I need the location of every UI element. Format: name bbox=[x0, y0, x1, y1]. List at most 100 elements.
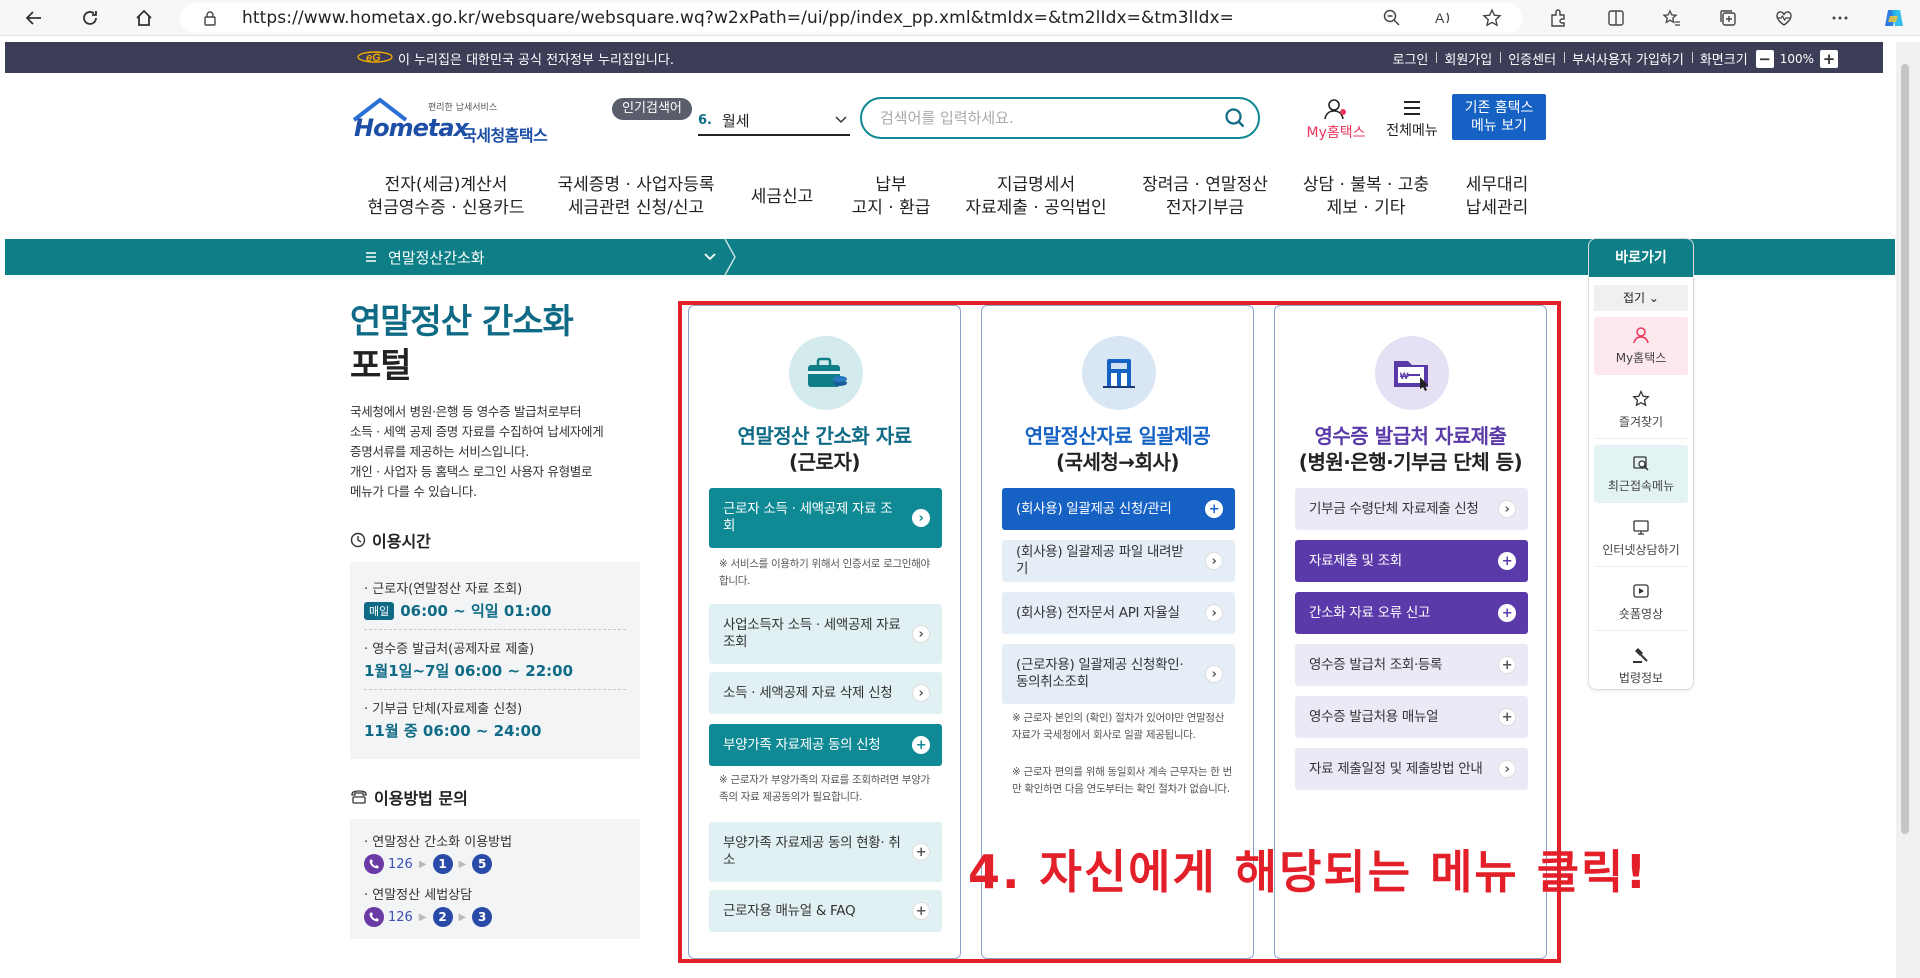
zoom-out-icon[interactable] bbox=[1380, 6, 1404, 30]
submenu-dropdown[interactable]: 연말정산간소화 bbox=[364, 239, 485, 275]
allmenu-button[interactable]: 전체메뉴 bbox=[1380, 98, 1444, 140]
gnb-item-year-end[interactable]: 장려금 · 연말정산전자기부금 bbox=[1142, 174, 1268, 220]
copilot-icon[interactable] bbox=[1882, 6, 1906, 30]
page-title: 연말정산 간소화 bbox=[350, 302, 574, 342]
gnb-item-invoice[interactable]: 전자(세금)계산서 현금영수증 · 신용카드 bbox=[368, 174, 525, 220]
gnb-item-payment[interactable]: 납부 고지 · 환급 bbox=[852, 174, 931, 220]
quick-label: 법령정보 bbox=[1618, 671, 1664, 685]
gnb-item-tax-agent[interactable]: 세무대리 납세관리 bbox=[1466, 174, 1529, 220]
quick-myhometax[interactable]: My홈택스 bbox=[1594, 317, 1688, 375]
favorite-star-icon[interactable] bbox=[1480, 6, 1504, 30]
gnb-line-1: 세금신고 bbox=[750, 187, 814, 207]
gnb-line-1: 전자(세금)계산서 bbox=[384, 175, 508, 195]
allmenu-label: 전체메뉴 bbox=[1386, 123, 1438, 139]
login-link[interactable]: 로그인 bbox=[1384, 49, 1436, 68]
search-box bbox=[860, 97, 1260, 139]
gnb-line-1: 상담 · 불복 · 고충 bbox=[1302, 175, 1430, 195]
zoom-minus-button[interactable]: − bbox=[1755, 49, 1774, 68]
myhometax-label: My홈택스 bbox=[1306, 125, 1366, 141]
global-nav: 전자(세금)계산서 현금영수증 · 신용카드 국세증명 · 사업자등록 세금관련 신… bbox=[0, 174, 1890, 224]
signup-link[interactable]: 회원가입 bbox=[1436, 49, 1500, 68]
hours-time: 1월1일~7일 06:00 ~ 22:00 bbox=[364, 662, 574, 680]
back-icon[interactable] bbox=[22, 6, 46, 30]
zoom-level: 100% bbox=[1779, 51, 1814, 66]
favorites-list-icon[interactable] bbox=[1660, 6, 1684, 30]
clock-icon bbox=[350, 532, 366, 548]
quick-favorites[interactable]: 즐겨찾기 bbox=[1594, 381, 1688, 439]
hours-box: · 근로자(연말정산 자료 조회) 매일 06:00 ~ 익일 01:00 · 영… bbox=[350, 562, 640, 759]
logo-tagline: 편리한 납세서비스 bbox=[428, 103, 498, 113]
popular-word: 월세 bbox=[721, 111, 750, 130]
desc-line: 개인 · 사업자 등 홈택스 로그인 사용자 유형별로 bbox=[350, 464, 593, 479]
read-aloud-icon[interactable]: A bbox=[1432, 6, 1456, 30]
dept-user-signup-link[interactable]: 부서사용자 가입하기 bbox=[1564, 49, 1692, 68]
old-hometax-menu-button[interactable]: 기존 홈택스 메뉴 보기 bbox=[1452, 94, 1546, 140]
chevron-down-icon: ⌄ bbox=[1648, 291, 1659, 305]
cert-center-link[interactable]: 인증센터 bbox=[1500, 49, 1564, 68]
portal-description: 국세청에서 병원·은행 등 영수증 발급처로부터 소득 · 세액 공제 증명 자… bbox=[350, 402, 640, 502]
page-scrollbar[interactable] bbox=[1896, 42, 1920, 978]
svg-text:eG: eG bbox=[366, 52, 381, 64]
gnb-item-certificate[interactable]: 국세증명 · 사업자등록 세금관련 신청/신고 bbox=[558, 174, 715, 220]
inquiry-box: · 연말정산 간소화 이용방법 126 ▶ 1 ▶ 5 · 연말정산 세법상담 … bbox=[350, 819, 640, 939]
quick-short-video[interactable]: 숏폼영상 bbox=[1594, 573, 1688, 631]
zoom-plus-button[interactable]: + bbox=[1820, 49, 1838, 68]
desc-line: 증명서류를 제공하는 서비스입니다. bbox=[350, 444, 530, 459]
chevron-down-icon[interactable] bbox=[703, 249, 717, 263]
search-input[interactable] bbox=[880, 107, 1200, 129]
quick-recent-menu[interactable]: 최근접속메뉴 bbox=[1594, 445, 1688, 503]
myhometax-link[interactable]: My홈택스 bbox=[1300, 98, 1372, 142]
gnb-line-1: 국세증명 · 사업자등록 bbox=[557, 175, 715, 195]
user-icon bbox=[1633, 327, 1649, 344]
ars-number: 1 bbox=[432, 854, 453, 874]
gnb-item-tax-return[interactable]: 세금신고 bbox=[751, 186, 814, 209]
quick-label: 인터넷상담하기 bbox=[1602, 542, 1680, 557]
inquiry-row: · 연말정산 세법상담 126 ▶ 2 ▶ 3 bbox=[364, 878, 626, 929]
fold-label: 접기 bbox=[1623, 291, 1646, 305]
inquiry-heading-text: 이용방법 문의 bbox=[374, 789, 468, 808]
quick-law-info[interactable]: 법령정보 bbox=[1594, 637, 1688, 689]
gnb-line-2: 전자기부금 bbox=[1165, 198, 1245, 218]
popular-search-tag: 인기검색어 bbox=[612, 98, 692, 120]
gnb-item-payment-statement[interactable]: 지급명세서 자료제출 · 공익법인 bbox=[965, 174, 1106, 220]
refresh-icon[interactable] bbox=[78, 6, 102, 30]
split-screen-icon[interactable] bbox=[1604, 6, 1628, 30]
lock-icon[interactable] bbox=[202, 10, 218, 26]
quick-online-consult[interactable]: 인터넷상담하기 bbox=[1594, 509, 1688, 567]
fold-button[interactable]: 접기 ⌄ bbox=[1594, 285, 1688, 311]
url-text: https://www.hometax.go.kr/websquare/webs… bbox=[242, 8, 1234, 28]
gov-notice-bar: eG 이 누리집은 대한민국 공식 전자정부 누리집입니다. 로그인 회원가입 … bbox=[5, 42, 1883, 73]
phone-icon bbox=[364, 907, 384, 927]
play-video-icon bbox=[1633, 583, 1649, 598]
browser-health-icon[interactable] bbox=[1772, 6, 1796, 30]
quick-label: 즐겨찾기 bbox=[1618, 414, 1664, 429]
more-options-icon[interactable] bbox=[1828, 6, 1852, 30]
hours-label: · 근로자(연말정산 자료 조회) bbox=[364, 582, 523, 597]
hours-heading-text: 이용시간 bbox=[372, 532, 431, 551]
gnb-item-consult[interactable]: 상담 · 불복 · 고충 제보 · 기타 bbox=[1303, 174, 1429, 220]
gnb-line-1: 지급명세서 bbox=[996, 175, 1076, 195]
hometax-logo[interactable]: 편리한 납세서비스 Hometax 국세청홈택스 bbox=[350, 94, 560, 146]
scroll-thumb[interactable] bbox=[1901, 64, 1909, 834]
inquiry-row: · 연말정산 간소화 이용방법 126 ▶ 1 ▶ 5 bbox=[364, 827, 626, 878]
list-icon bbox=[366, 252, 376, 262]
address-bar[interactable]: https://www.hometax.go.kr/websquare/webs… bbox=[180, 3, 1522, 33]
telephone-icon bbox=[351, 790, 367, 804]
gavel-icon bbox=[1633, 648, 1648, 663]
home-icon[interactable] bbox=[132, 6, 156, 30]
recent-search-icon bbox=[1633, 456, 1649, 471]
extensions-icon[interactable] bbox=[1546, 6, 1570, 30]
inquiry-label: · 연말정산 세법상담 bbox=[364, 888, 473, 903]
search-icon[interactable] bbox=[1224, 107, 1246, 129]
instruction-overlay-text: 4. 자신에게 해당되는 메뉴 클릭! bbox=[968, 845, 1649, 899]
egov-logo-icon: eG bbox=[357, 50, 393, 64]
star-icon bbox=[1632, 389, 1650, 406]
hours-label: · 영수증 발급처(공제자료 제출) bbox=[364, 642, 535, 657]
popular-search-dropdown[interactable]: 6. 월세 bbox=[698, 106, 850, 136]
quick-links-heading: 바로가기 bbox=[1589, 239, 1693, 277]
gnb-line-1: 세무대리 bbox=[1465, 175, 1529, 195]
utility-menu: 로그인 회원가입 인증센터 부서사용자 가입하기 화면크기 − 100% + bbox=[1384, 49, 1838, 68]
gnb-line-1: 장려금 · 연말정산 bbox=[1142, 175, 1268, 195]
collections-icon[interactable] bbox=[1716, 6, 1740, 30]
hours-time: 11월 중 06:00 ~ 24:00 bbox=[364, 722, 542, 740]
